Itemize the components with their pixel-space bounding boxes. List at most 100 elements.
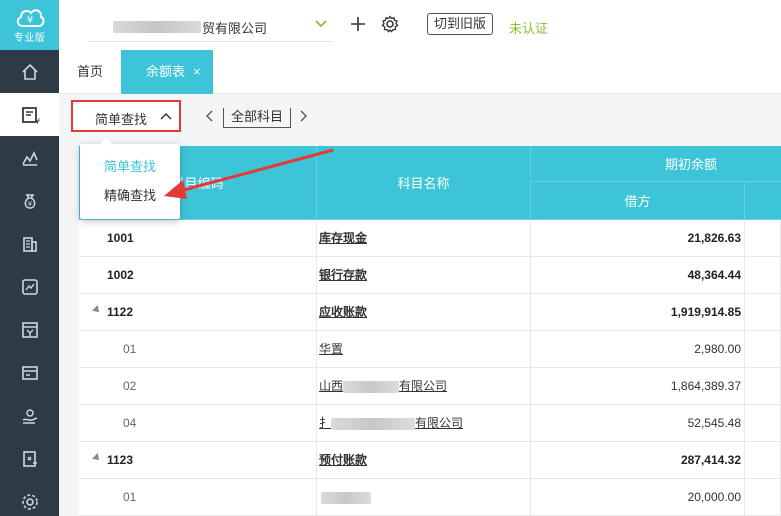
sidebar-item-home[interactable] [0,50,59,93]
table-row[interactable]: 1122 应收账款 1,919,914.85 [79,294,781,331]
sidebar-item-assets[interactable] [0,222,59,265]
svg-text:¥: ¥ [27,200,32,208]
cell-debit: 20,000.00 [531,479,745,516]
header-name: 科目名称 [317,146,531,220]
find-mode-select[interactable]: 简单查找 [71,100,181,132]
account-link[interactable]: 扌 有限公司 [319,416,463,430]
subject-range-button[interactable]: 全部科目 [223,108,291,128]
cell-debit: 2,980.00 [531,331,745,368]
sidebar-item-voucher[interactable]: ¥ [0,93,59,136]
chevron-right-icon[interactable] [297,108,309,124]
settings-icon [21,493,38,510]
header-debit: 借方 [531,182,745,220]
svg-text:¥: ¥ [35,117,40,125]
cell-credit [745,257,781,294]
sidebar-item-invoice[interactable] [0,351,59,394]
sidebar-item-report[interactable] [0,136,59,179]
sidebar-item-analysis[interactable] [0,265,59,308]
tab-balance-sheet[interactable]: 余额表 × [121,50,213,94]
logo-label: 专业版 [13,33,46,44]
cell-debit: 287,414.32 [531,442,745,479]
verification-status[interactable]: 未认证 [509,18,548,37]
cell-code: 1122 [79,294,317,331]
cell-credit [745,442,781,479]
hand-coin-icon [22,408,37,424]
account-name: 有限公司 [399,379,448,393]
find-mode-dropdown: 简单查找 精确查找 [80,138,180,219]
company-name: 贸有限公司 [202,21,268,36]
cell-debit: 21,826.63 [531,220,745,257]
report-icon [21,150,38,166]
balance-table: 科目编码 科目名称 期初余额 借方 1001 库存现金 21,826.63 10… [79,146,781,516]
cell-credit [745,331,781,368]
money-bag-icon: ¥ [24,193,35,209]
account-name-prefix: 扌 [319,416,332,430]
table-row[interactable]: 1001 库存现金 21,826.63 [79,220,781,257]
invoice-icon [21,365,38,380]
table-header: 科目编码 科目名称 期初余额 借方 [79,146,781,220]
sidebar-item-money[interactable]: ¥ [0,179,59,222]
header-opening-balance: 期初余额 [531,146,781,182]
cell-code: 1123 [79,442,317,479]
cell-code: 04 [79,405,317,442]
dropdown-option-simple[interactable]: 简单查找 [80,153,180,181]
gear-icon[interactable] [381,15,399,33]
account-link[interactable]: 华置 [319,342,343,356]
app-logo[interactable]: ¥ 专业版 [0,0,59,50]
sidebar-item-tax[interactable] [0,437,59,480]
tab-home[interactable]: 首页 [59,50,121,94]
redacted-text [343,380,400,393]
chevron-left-icon[interactable] [204,108,216,124]
cell-debit: 48,364.44 [531,257,745,294]
sidebar-item-cashier[interactable] [0,308,59,351]
switch-old-version-button[interactable]: 切到旧版 [427,13,494,35]
find-mode-label: 简单查找 [95,112,148,127]
cell-code: 1002 [79,257,317,294]
cell-credit [745,294,781,331]
tab-bar: 首页 余额表 × [59,50,781,94]
cell-code: 01 [79,479,317,516]
cell-credit [745,220,781,257]
account-name: 有限公司 [415,416,464,430]
account-link[interactable]: 应收账款 [319,305,367,319]
close-icon[interactable]: × [193,50,201,94]
header-credit [745,182,781,220]
plus-icon[interactable] [349,15,367,33]
table-row[interactable]: 01 华置 2,980.00 [79,331,781,368]
redacted-text [321,491,371,504]
sidebar-item-settings[interactable] [0,480,59,516]
account-link[interactable]: 库存现金 [319,231,367,245]
toolbar: 简单查找 全部科目 [59,94,781,144]
export-icon [22,450,37,467]
table-row[interactable]: 1123 预付账款 287,414.32 [79,442,781,479]
voucher-icon: ¥ [21,106,40,125]
dropdown-option-exact[interactable]: 精确查找 [80,182,180,210]
cell-code: 1001 [79,220,317,257]
table-row[interactable]: 01 20,000.00 [79,479,781,516]
table-row[interactable]: 1002 银行存款 48,364.44 [79,257,781,294]
redacted-text [113,21,201,33]
sidebar: ¥ 专业版 ¥ ¥ [0,0,59,516]
cell-code: 01 [79,331,317,368]
chevron-down-icon [315,20,327,28]
cell-debit: 52,545.48 [531,405,745,442]
account-link[interactable]: 银行存款 [319,268,367,282]
cell-credit [745,368,781,405]
cloud-logo-icon: ¥ [16,9,44,27]
svg-text:¥: ¥ [26,15,32,26]
redacted-text [331,417,416,430]
chart-board-icon [21,278,38,295]
tab-label: 余额表 [146,64,186,79]
account-name-prefix: 山西 [319,379,344,393]
cell-code: 02 [79,368,317,405]
cell-credit [745,405,781,442]
table-row[interactable]: 02 山西 有限公司 1,864,389.37 [79,368,781,405]
cell-debit: 1,864,389.37 [531,368,745,405]
sidebar-item-payroll[interactable] [0,394,59,437]
cashier-icon [21,321,38,338]
home-icon [21,63,38,80]
company-select[interactable]: 贸有限公司 [89,12,332,42]
table-row[interactable]: 04 扌 有限公司 52,545.48 [79,405,781,442]
account-link[interactable]: 预付账款 [319,453,367,467]
account-link[interactable]: 山西 有限公司 [319,379,447,393]
